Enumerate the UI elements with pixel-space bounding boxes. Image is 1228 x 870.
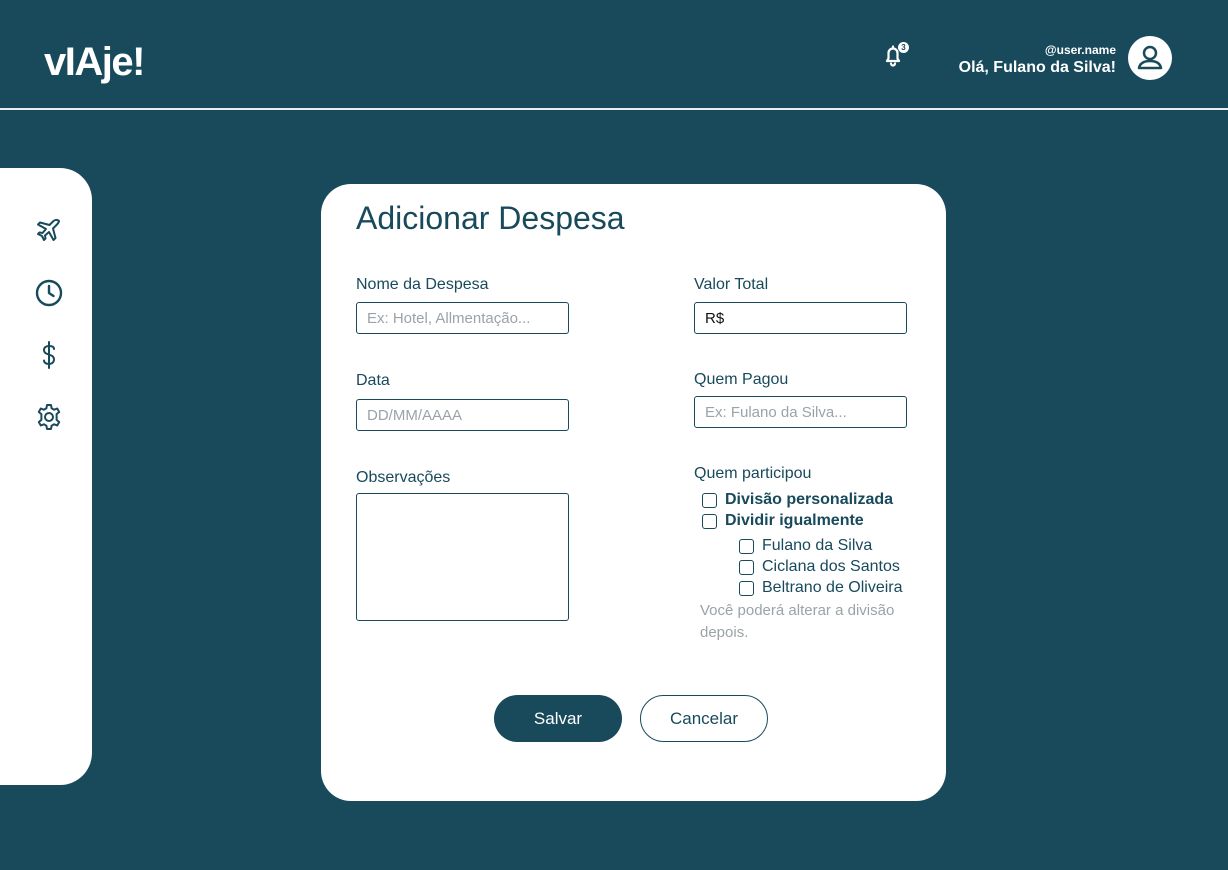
participant-name: Beltrano de Oliveira [762,579,903,596]
airplane-icon[interactable] [34,216,64,246]
equal-split-label: Dividir igualmente [725,512,864,529]
app-logo[interactable]: vIAje! [44,40,145,85]
gear-icon[interactable] [34,402,64,432]
user-greeting: Olá, Fulano da Silva! [958,59,1116,76]
participants-label: Quem participou [694,465,812,482]
participant-item[interactable]: Beltrano de Oliveira [739,579,903,597]
custom-split-label: Divisão personalizada [725,491,894,508]
notes-textarea[interactable] [356,493,569,621]
participant-name: Ciclana dos Santos [762,558,900,575]
user-handle: @user.name [1044,43,1116,57]
page-title: Adicionar Despesa [356,200,625,236]
dollar-icon[interactable] [34,340,64,370]
participant-item[interactable]: Fulano da Silva [739,537,872,555]
custom-split-checkbox[interactable] [702,492,717,508]
participant-name: Fulano da Silva [762,537,873,554]
user-icon [1137,45,1163,70]
participant-checkbox[interactable] [739,580,754,596]
expense-name-label: Nome da Despesa [356,276,489,293]
header-divider [0,108,1228,110]
split-hint-text: Você poderá alterar a divisão depois. [700,602,895,641]
total-value-label: Valor Total [694,276,769,293]
top-header: vIAje! 3 @user.name Olá, Fulano da Silva… [0,0,1228,108]
cancel-button[interactable]: Cancelar [640,695,768,742]
equal-split-option[interactable]: Dividir igualmente [702,512,864,530]
avatar[interactable] [1128,36,1172,80]
add-expense-card: Adicionar Despesa Nome da Despesa Valor … [321,184,946,801]
equal-split-checkbox[interactable] [702,513,717,529]
payer-input[interactable] [694,396,907,428]
clock-icon[interactable] [34,278,64,308]
participant-checkbox[interactable] [739,559,754,575]
date-input[interactable] [356,399,569,431]
participant-item[interactable]: Ciclana dos Santos [739,558,900,576]
notes-label: Observações [356,469,451,486]
notification-count-badge: 3 [898,42,909,53]
sidebar [0,168,92,785]
custom-split-option[interactable]: Divisão personalizada [702,491,893,509]
expense-name-input[interactable] [356,302,569,334]
date-label: Data [356,372,390,389]
save-button[interactable]: Salvar [494,695,622,742]
participant-checkbox[interactable] [739,538,754,554]
total-value-input[interactable] [694,302,907,334]
payer-label: Quem Pagou [694,371,789,388]
